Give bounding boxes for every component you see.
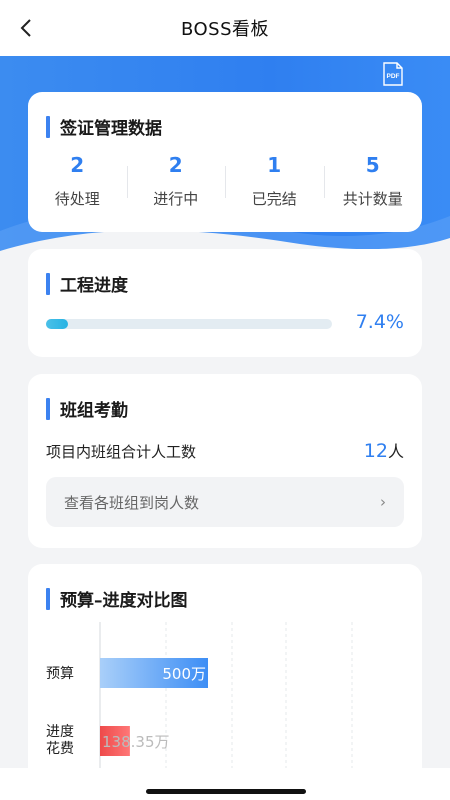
chart-category-label: 预算 [46,666,74,682]
progress-fill [46,319,68,329]
stat-value: 2 [70,153,85,177]
project-progress-card: 工程进度 7.4% [28,249,422,357]
budget-progress-chart-card: 预算–进度对比图 预算 500万 进度 花费 138.35万 [28,564,422,800]
visa-card-title: 签证管理数据 [46,114,162,139]
stat-completed[interactable]: 1 已完结 [225,152,324,214]
view-team-attendance-button[interactable]: 查看各班组到岗人数 › [46,477,404,527]
stat-value: 5 [365,153,380,177]
home-indicator[interactable] [146,789,306,794]
pdf-icon: PDF [383,62,403,86]
attendance-card-title: 班组考勤 [46,396,128,421]
attendance-title-text: 班组考勤 [60,401,128,421]
back-button[interactable] [10,12,42,44]
stat-value: 1 [267,153,282,177]
pdf-label: PDF [387,73,400,80]
page-title: BOSS看板 [180,19,270,40]
stat-in-progress[interactable]: 2 进行中 [126,152,226,214]
nav-bar: BOSS看板 [0,0,450,56]
chart-category-label: 进度 [46,724,74,740]
team-attendance-card: 班组考勤 项目内班组合计人工数 12人 查看各班组到岗人数 › [28,374,422,548]
pdf-export-button[interactable]: PDF [382,62,404,86]
stat-value: 2 [168,153,183,177]
budget-bar-chart: 预算 500万进度花费 138.35万 [46,622,353,800]
visa-title-text: 签证管理数据 [60,119,162,139]
attendance-total: 12人 [364,438,404,462]
progress-value: 7.4% [355,311,404,333]
attendance-summary-row: 项目内班组合计人工数 12人 [46,438,404,462]
stat-label: 进行中 [153,190,199,208]
visa-management-card: 签证管理数据 2 待处理 2 进行中 1 已完结 5 共计数量 [28,92,422,232]
chart-data-label: 138.35万 [102,733,170,751]
stat-total[interactable]: 5 共计数量 [323,152,423,214]
chevron-left-icon [20,19,31,37]
chart-category-label: 花费 [46,741,74,757]
attendance-unit: 人 [387,442,404,461]
visa-stats: 2 待处理 2 进行中 1 已完结 5 共计数量 [28,152,422,214]
attendance-count: 12 [363,440,388,462]
stat-label: 共计数量 [342,190,403,208]
title-accent-bar [46,272,50,295]
attendance-label: 项目内班组合计人工数 [46,443,197,461]
progress-title-text: 工程进度 [60,276,128,296]
chevron-right-icon: › [380,493,386,511]
title-accent-bar [46,115,50,138]
view-team-attendance-label: 查看各班组到岗人数 [64,493,200,512]
bottom-safe-area [0,768,450,800]
title-accent-bar [46,397,50,420]
progress-track [46,319,332,329]
stat-pending[interactable]: 2 待处理 [28,152,127,214]
stat-label: 已完结 [251,190,297,208]
progress-card-title: 工程进度 [46,271,128,296]
chart-data-label: 500万 [162,665,206,683]
stat-label: 待处理 [54,190,100,208]
